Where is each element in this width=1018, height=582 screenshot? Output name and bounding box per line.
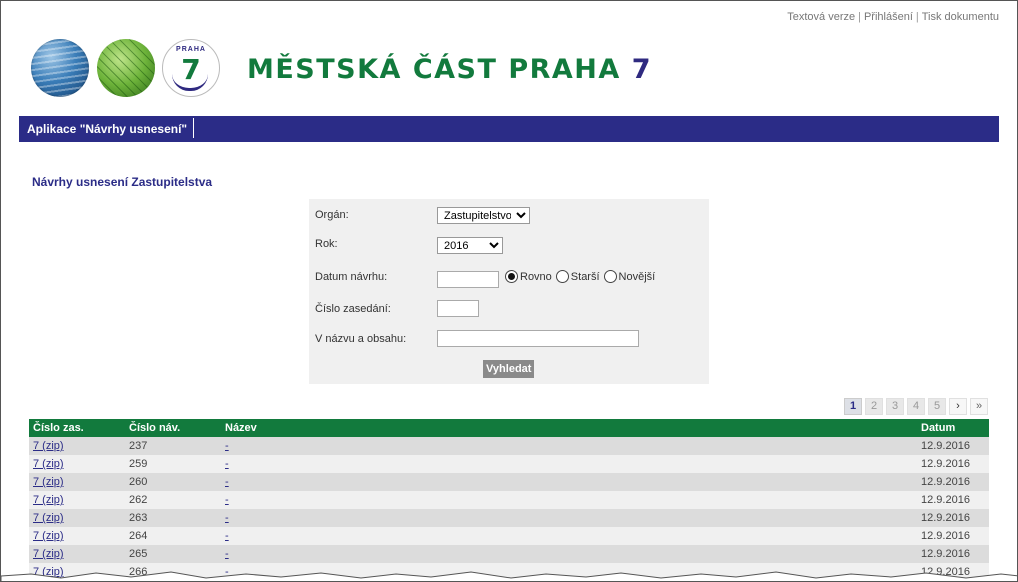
login-link[interactable]: Přihlášení xyxy=(864,11,913,23)
session-zip-link[interactable]: 7 (zip) xyxy=(33,512,64,524)
session-input[interactable] xyxy=(437,300,479,317)
content-input[interactable] xyxy=(437,330,639,347)
page-5-link[interactable]: 5 xyxy=(928,398,946,415)
table-row: 7 (zip) 264 - 12.9.2016 xyxy=(29,527,989,545)
session-zip-link[interactable]: 7 (zip) xyxy=(33,494,64,506)
proposal-date: 12.9.2016 xyxy=(917,473,989,491)
table-row: 7 (zip) 260 - 12.9.2016 xyxy=(29,473,989,491)
organ-select[interactable]: Zastupitelstvo xyxy=(437,207,530,224)
proposal-number: 237 xyxy=(125,437,221,455)
nav-item-app[interactable]: Aplikace "Návrhy usnesení" xyxy=(19,118,195,138)
proposal-name-link[interactable]: - xyxy=(225,530,229,542)
next-page-button[interactable]: › xyxy=(949,398,967,415)
radio-older[interactable] xyxy=(555,270,569,283)
table-row: 7 (zip) 259 - 12.9.2016 xyxy=(29,455,989,473)
proposal-name-link[interactable]: - xyxy=(225,476,229,488)
radio-newer[interactable] xyxy=(603,270,617,283)
torn-edge xyxy=(1,571,1017,581)
praha7-logo-icon[interactable]: PRAHA 7 xyxy=(162,39,220,97)
proposal-number: 259 xyxy=(125,455,221,473)
leaf-logo-icon xyxy=(97,39,155,97)
content-label: V názvu a obsahu: xyxy=(315,333,407,345)
results-table: Číslo zas. Číslo náv. Název Datum 7 (zip… xyxy=(29,419,989,581)
session-zip-link[interactable]: 7 (zip) xyxy=(33,548,64,560)
page-3-link[interactable]: 3 xyxy=(886,398,904,415)
year-label: Rok: xyxy=(315,238,338,250)
session-zip-link[interactable]: 7 (zip) xyxy=(33,458,64,470)
proposal-number: 264 xyxy=(125,527,221,545)
proposal-number: 260 xyxy=(125,473,221,491)
page-title: Návrhy usnesení Zastupitelstva xyxy=(32,175,213,189)
pagination: 1 2 3 4 5 › » xyxy=(841,398,988,415)
page-2-link[interactable]: 2 xyxy=(865,398,883,415)
date-compare-radios: Rovno Starší Novější xyxy=(505,270,659,283)
proposal-date: 12.9.2016 xyxy=(917,491,989,509)
filter-panel: Orgán: Zastupitelstvo Rok: 2016 Datum ná… xyxy=(309,199,709,384)
main-navbar: Aplikace "Návrhy usnesení" xyxy=(19,116,999,142)
top-links: Textová verze | Přihlášení | Tisk dokumentu xyxy=(787,11,999,23)
year-select[interactable]: 2016 xyxy=(437,237,503,254)
print-link[interactable]: Tisk dokumentu xyxy=(922,11,999,23)
date-label: Datum návrhu: xyxy=(315,271,388,283)
last-page-button[interactable]: » xyxy=(970,398,988,415)
table-header-row: Číslo zas. Číslo náv. Název Datum xyxy=(29,419,989,437)
col-number[interactable]: Číslo náv. xyxy=(125,419,221,437)
session-zip-link[interactable]: 7 (zip) xyxy=(33,476,64,488)
col-date[interactable]: Datum xyxy=(917,419,989,437)
radio-equal[interactable] xyxy=(505,270,518,283)
proposal-date: 12.9.2016 xyxy=(917,437,989,455)
proposal-number: 265 xyxy=(125,545,221,563)
date-input[interactable] xyxy=(437,271,499,288)
table-row: 7 (zip) 263 - 12.9.2016 xyxy=(29,509,989,527)
proposal-number: 263 xyxy=(125,509,221,527)
page-1-link[interactable]: 1 xyxy=(844,398,862,415)
session-zip-link[interactable]: 7 (zip) xyxy=(33,440,64,452)
site-title: MĚSTSKÁ ČÁST PRAHA 7 xyxy=(247,54,652,85)
table-row: 7 (zip) 262 - 12.9.2016 xyxy=(29,491,989,509)
col-session[interactable]: Číslo zas. xyxy=(29,419,125,437)
proposal-date: 12.9.2016 xyxy=(917,509,989,527)
search-button[interactable]: Vyhledat xyxy=(483,360,535,378)
water-logo-icon xyxy=(31,39,89,97)
proposal-name-link[interactable]: - xyxy=(225,548,229,560)
session-zip-link[interactable]: 7 (zip) xyxy=(33,530,64,542)
page-4-link[interactable]: 4 xyxy=(907,398,925,415)
proposal-name-link[interactable]: - xyxy=(225,494,229,506)
proposal-name-link[interactable]: - xyxy=(225,440,229,452)
organ-label: Orgán: xyxy=(315,209,349,221)
proposal-date: 12.9.2016 xyxy=(917,527,989,545)
proposal-number: 262 xyxy=(125,491,221,509)
text-version-link[interactable]: Textová verze xyxy=(787,11,855,23)
page-frame: Textová verze | Přihlášení | Tisk dokumentu … xyxy=(0,0,1018,582)
session-label: Číslo zasedání: xyxy=(315,303,391,315)
proposal-name-link[interactable]: - xyxy=(225,512,229,524)
proposal-date: 12.9.2016 xyxy=(917,455,989,473)
proposal-name-link[interactable]: - xyxy=(225,458,229,470)
table-row: 7 (zip) 265 - 12.9.2016 xyxy=(29,545,989,563)
proposal-date: 12.9.2016 xyxy=(917,545,989,563)
table-row: 7 (zip) 237 - 12.9.2016 xyxy=(29,437,989,455)
col-name[interactable]: Název xyxy=(221,419,917,437)
